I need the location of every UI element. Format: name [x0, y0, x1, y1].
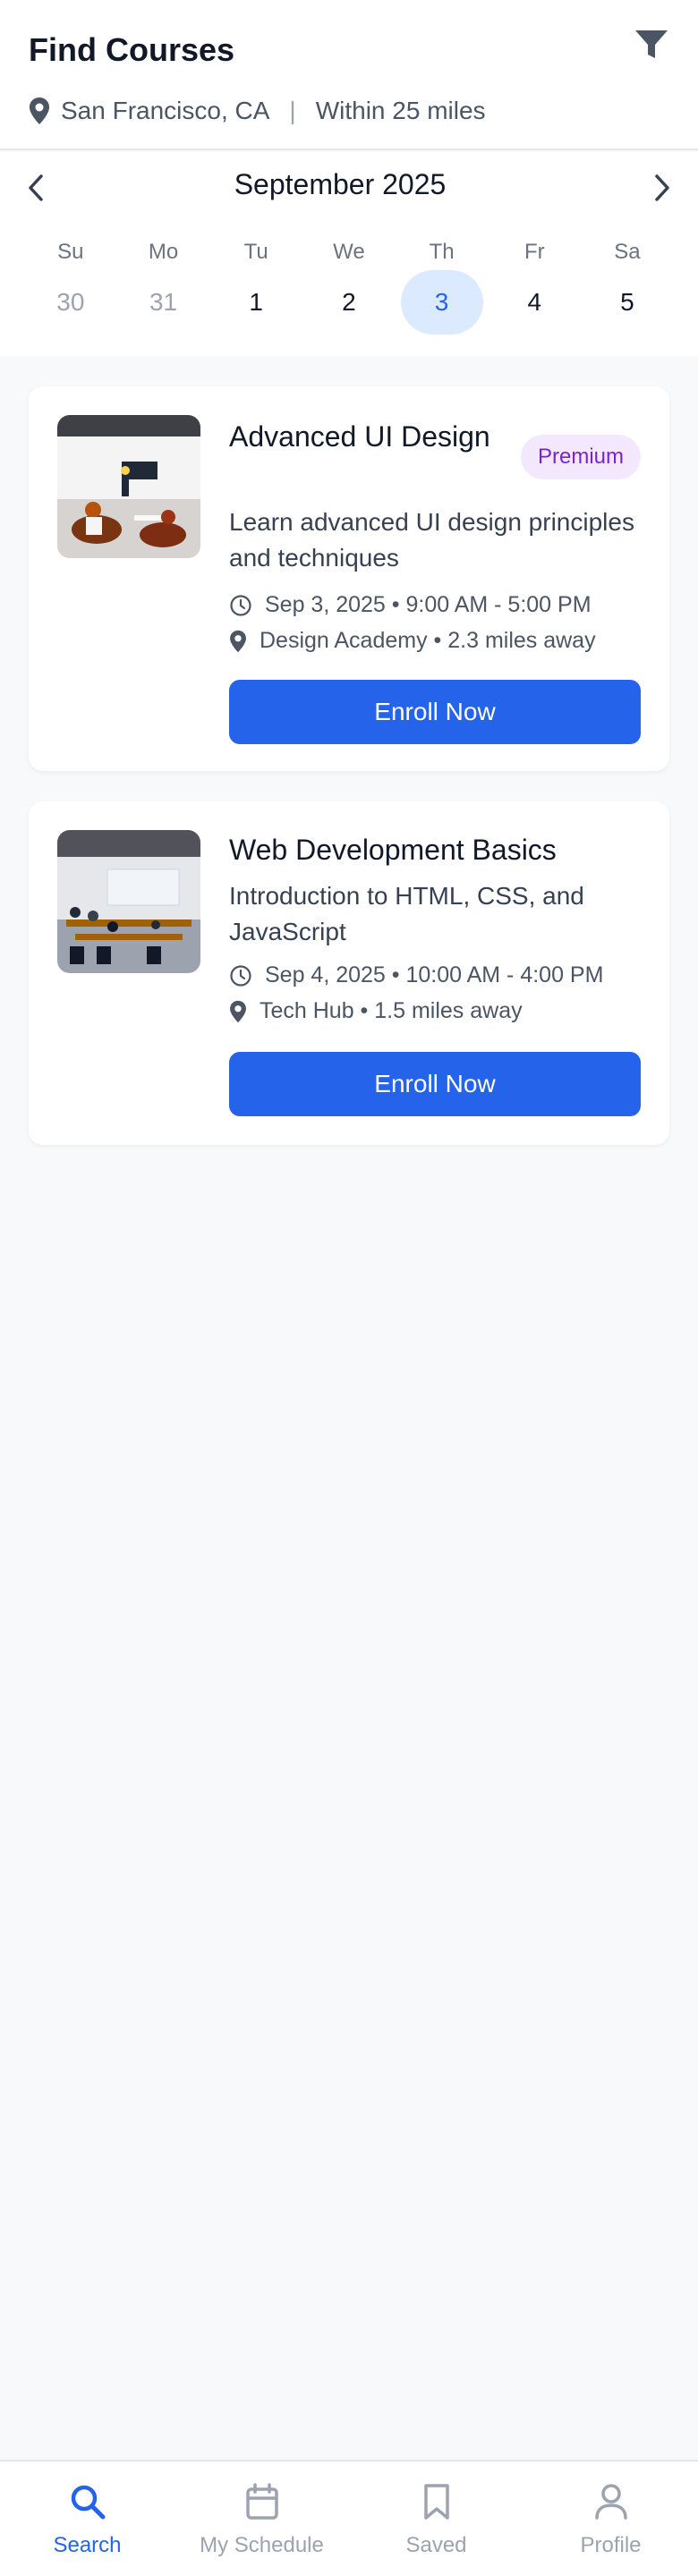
radius-text: Within 25 miles	[315, 97, 486, 124]
search-icon	[71, 2485, 105, 2520]
day-row: 30 31 1 2 3 4 5	[24, 268, 674, 336]
weekday-label: Fr	[524, 240, 545, 264]
weekday-header-row: Su Mo Tu We Th Fr Sa	[24, 234, 674, 270]
weekday-label: Th	[429, 240, 455, 264]
course-datetime: Sep 4, 2025 • 10:00 AM - 4:00 PM	[229, 962, 603, 988]
course-location: Design Academy • 2.3 miles away	[229, 628, 596, 654]
course-datetime-text: Sep 4, 2025 • 10:00 AM - 4:00 PM	[265, 962, 604, 987]
course-description: Introduction to HTML, CSS, and JavaScrip…	[229, 882, 584, 945]
tab-label: Search	[53, 2533, 122, 2557]
course-title[interactable]: Web Development Basics	[229, 832, 557, 868]
course-datetime: Sep 3, 2025 • 9:00 AM - 5:00 PM	[229, 592, 592, 618]
weekday-label: We	[333, 240, 365, 264]
tab-label: My Schedule	[200, 2533, 324, 2557]
course-thumbnail	[57, 415, 200, 558]
course-description: Learn advanced UI design principles and …	[229, 508, 634, 572]
weekday-label: Sa	[614, 240, 641, 264]
day-3-selected[interactable]: 3	[396, 268, 489, 336]
enroll-button[interactable]: Enroll Now	[229, 680, 641, 744]
calendar-month: September 2025	[234, 168, 447, 200]
calendar-icon	[245, 2483, 278, 2520]
header: Find Courses San Francisco, CA | Within …	[0, 0, 698, 150]
location-text: San Francisco, CA	[61, 97, 270, 124]
chevron-right-icon	[655, 174, 669, 201]
calendar-strip: September 2025 Su Mo Tu We Th Fr Sa 30 3…	[0, 152, 698, 356]
tab-profile[interactable]: Profile	[524, 2462, 698, 2576]
weekday-label: Mo	[148, 240, 179, 264]
course-location-text: Tech Hub • 1.5 miles away	[260, 998, 523, 1023]
tab-my-schedule[interactable]: My Schedule	[174, 2462, 349, 2576]
enroll-button[interactable]: Enroll Now	[229, 1052, 641, 1116]
chevron-left-icon	[29, 174, 43, 201]
selected-day-label: 3	[400, 270, 483, 335]
tab-search[interactable]: Search	[0, 2462, 174, 2576]
day-31[interactable]: 31	[117, 268, 210, 336]
premium-badge: Premium	[521, 435, 641, 479]
course-title[interactable]: Advanced UI Design	[229, 419, 490, 454]
map-pin-icon	[230, 630, 246, 652]
tab-saved[interactable]: Saved	[349, 2462, 524, 2576]
filter-button[interactable]	[632, 25, 671, 64]
location-separator: |	[289, 97, 296, 124]
tab-label: Saved	[405, 2533, 467, 2557]
course-card[interactable]: Advanced UI Design Premium Learn advance…	[29, 386, 669, 771]
filter-icon	[635, 30, 668, 58]
weekday-label: Su	[57, 240, 84, 264]
course-location-text: Design Academy • 2.3 miles away	[260, 628, 596, 653]
page-title: Find Courses	[29, 31, 235, 68]
map-pin-icon	[230, 1000, 246, 1022]
course-thumbnail	[57, 830, 200, 973]
day-2[interactable]: 2	[302, 268, 396, 336]
previous-month-button[interactable]	[18, 170, 54, 206]
day-30[interactable]: 30	[24, 268, 117, 336]
next-month-button[interactable]	[644, 170, 680, 206]
day-1[interactable]: 1	[209, 268, 302, 336]
bottom-tab-bar: Search My Schedule Saved Profile	[0, 2460, 698, 2576]
course-datetime-text: Sep 3, 2025 • 9:00 AM - 5:00 PM	[265, 592, 592, 617]
tab-label: Profile	[580, 2533, 642, 2557]
location-row[interactable]: San Francisco, CA | Within 25 miles	[29, 93, 486, 129]
weekday-label: Tu	[243, 240, 268, 264]
map-pin-icon	[30, 97, 49, 124]
day-5[interactable]: 5	[581, 268, 674, 336]
bookmark-icon	[423, 2484, 449, 2520]
user-icon	[594, 2484, 627, 2520]
course-card[interactable]: Web Development Basics Introduction to H…	[29, 801, 669, 1145]
day-4[interactable]: 4	[488, 268, 581, 336]
course-location: Tech Hub • 1.5 miles away	[229, 998, 523, 1024]
clock-icon	[230, 964, 251, 987]
clock-icon	[230, 594, 251, 616]
